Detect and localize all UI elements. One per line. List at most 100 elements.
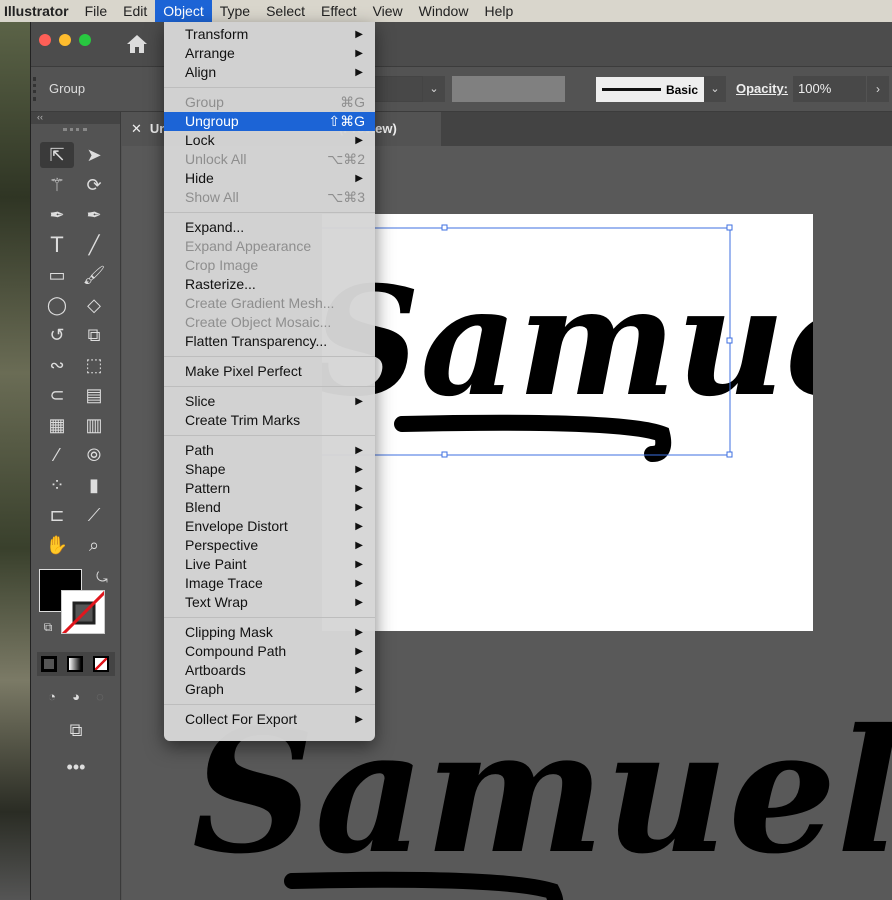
menu-bar: Illustrator File Edit Object Type Select… <box>0 0 892 22</box>
menu-item-lock[interactable]: Lock ▶ <box>164 131 375 150</box>
symbol-sprayer-tool-icon[interactable]: ⁘ <box>44 472 70 498</box>
menu-item-arrange[interactable]: Arrange ▶ <box>164 44 375 63</box>
close-window-button[interactable] <box>39 34 51 46</box>
menu-item-label: Graph <box>185 681 224 697</box>
shape-builder-tool-icon[interactable]: ⊂ <box>44 382 70 408</box>
draw-inside-icon[interactable]: ◌ <box>87 684 113 710</box>
menu-item-text-wrap[interactable]: Text Wrap ▶ <box>164 593 375 612</box>
rotate-tool-icon[interactable]: ↺ <box>44 322 70 348</box>
menu-item-align[interactable]: Align ▶ <box>164 63 375 82</box>
magic-wand-tool-icon[interactable]: ⚚ <box>44 172 70 198</box>
home-icon[interactable] <box>126 34 148 54</box>
blend-tool-icon[interactable]: ⦾ <box>81 442 107 468</box>
perspective-grid-tool-icon[interactable]: ▤ <box>81 382 107 408</box>
selected-artwork[interactable]: Samuel <box>322 214 813 631</box>
menu-item-transform[interactable]: Transform ▶ <box>164 25 375 44</box>
eraser-tool-icon[interactable]: ◇ <box>81 292 107 318</box>
lasso-tool-icon[interactable]: ⟳ <box>81 172 107 198</box>
menu-item-shape[interactable]: Shape ▶ <box>164 460 375 479</box>
chevron-down-icon[interactable]: ⌄ <box>423 76 445 102</box>
paintbrush-tool-icon[interactable]: 🖌 <box>81 262 107 288</box>
zoom-window-button[interactable] <box>79 34 91 46</box>
menu-type[interactable]: Type <box>212 0 258 22</box>
column-graph-tool-icon[interactable]: ▮ <box>81 472 107 498</box>
menu-item-perspective[interactable]: Perspective ▶ <box>164 536 375 555</box>
chevron-down-icon[interactable]: ⌄ <box>704 76 726 102</box>
menu-help[interactable]: Help <box>476 0 521 22</box>
curvature-tool-icon[interactable]: ✒ <box>81 202 107 228</box>
gradient-tool-icon[interactable]: ▥ <box>81 412 107 438</box>
menu-item-pattern[interactable]: Pattern ▶ <box>164 479 375 498</box>
type-tool-icon[interactable]: T <box>44 232 70 258</box>
menu-item-label: Transform <box>185 26 249 42</box>
menu-select[interactable]: Select <box>258 0 313 22</box>
draw-behind-icon[interactable]: ◕ <box>63 684 89 710</box>
close-tab-icon[interactable]: ✕ <box>131 121 142 136</box>
menu-object[interactable]: Object <box>155 0 212 22</box>
none-mode-icon[interactable] <box>93 656 109 672</box>
chevron-right-icon[interactable]: › <box>867 76 889 102</box>
menu-separator <box>164 617 375 618</box>
menu-file[interactable]: File <box>77 0 116 22</box>
menu-separator <box>164 87 375 88</box>
rectangle-tool-icon[interactable]: ▭ <box>44 262 70 288</box>
direct-selection-tool-icon[interactable]: ➤ <box>81 142 107 168</box>
default-colors-icon[interactable]: ⧉ <box>35 614 61 640</box>
app-menu[interactable]: Illustrator <box>0 0 77 22</box>
menu-item-expand[interactable]: Expand... <box>164 218 375 237</box>
free-transform-tool-icon[interactable]: ⬚ <box>81 352 107 378</box>
menu-item-label: Live Paint <box>185 556 247 572</box>
menu-item-create-trim-marks[interactable]: Create Trim Marks <box>164 411 375 430</box>
hand-tool-icon[interactable]: ✋ <box>44 532 70 558</box>
menu-item-expand-appearance: Expand Appearance <box>164 237 375 256</box>
draw-normal-icon[interactable]: ◔ <box>39 684 65 710</box>
menu-item-label: Make Pixel Perfect <box>185 363 302 379</box>
pen-tool-icon[interactable]: ✒ <box>44 202 70 228</box>
more-tools-icon[interactable]: ••• <box>59 754 93 780</box>
menu-item-ungroup[interactable]: Ungroup ⇧⌘G <box>164 112 375 131</box>
opacity-input[interactable]: 100% <box>793 76 866 102</box>
stroke-style-dropdown[interactable]: Basic <box>596 77 704 102</box>
artboard-tool-icon[interactable]: ⊏ <box>44 502 70 528</box>
line-tool-icon[interactable]: ╱ <box>81 232 107 258</box>
stroke-weight-field[interactable] <box>452 76 565 102</box>
artboard[interactable]: Samuel <box>322 214 813 631</box>
selection-tool-icon[interactable]: ⇱ <box>40 142 74 168</box>
eyedropper-tool-icon[interactable]: ⁄ <box>44 442 70 468</box>
menu-item-graph[interactable]: Graph ▶ <box>164 680 375 699</box>
warp-tool-icon[interactable]: ∾ <box>44 352 70 378</box>
menu-window[interactable]: Window <box>411 0 477 22</box>
scale-tool-icon[interactable]: ⧉ <box>81 322 107 348</box>
menu-item-label: Lock <box>185 132 215 148</box>
menu-item-live-paint[interactable]: Live Paint ▶ <box>164 555 375 574</box>
menu-item-rasterize[interactable]: Rasterize... <box>164 275 375 294</box>
shaper-tool-icon[interactable]: ◯ <box>44 292 70 318</box>
gradient-mode-icon[interactable] <box>67 656 83 672</box>
color-mode-icon[interactable] <box>41 656 57 672</box>
swap-colors-icon[interactable]: ⤿ <box>89 564 115 590</box>
slice-tool-icon[interactable]: ⟋ <box>81 502 107 528</box>
zoom-tool-icon[interactable]: ⌕ <box>81 532 107 558</box>
opacity-label[interactable]: Opacity: <box>736 81 788 96</box>
menu-item-artboards[interactable]: Artboards ▶ <box>164 661 375 680</box>
menu-item-path[interactable]: Path ▶ <box>164 441 375 460</box>
menu-effect[interactable]: Effect <box>313 0 365 22</box>
collapse-panel-icon[interactable]: ‹‹ <box>31 112 120 124</box>
mesh-tool-icon[interactable]: ▦ <box>44 412 70 438</box>
menu-item-compound-path[interactable]: Compound Path ▶ <box>164 642 375 661</box>
menu-item-hide[interactable]: Hide ▶ <box>164 169 375 188</box>
menu-item-collect-for-export[interactable]: Collect For Export ▶ <box>164 710 375 729</box>
menu-view[interactable]: View <box>365 0 411 22</box>
menu-edit[interactable]: Edit <box>115 0 155 22</box>
menu-item-envelope-distort[interactable]: Envelope Distort ▶ <box>164 517 375 536</box>
minimize-window-button[interactable] <box>59 34 71 46</box>
screen-mode-icon[interactable]: ⧉ <box>59 717 93 743</box>
submenu-arrow-icon: ▶ <box>355 578 363 589</box>
menu-item-blend[interactable]: Blend ▶ <box>164 498 375 517</box>
menu-item-image-trace[interactable]: Image Trace ▶ <box>164 574 375 593</box>
menu-item-make-pixel-perfect[interactable]: Make Pixel Perfect <box>164 362 375 381</box>
menu-item-clipping-mask[interactable]: Clipping Mask ▶ <box>164 623 375 642</box>
menu-item-flatten-transparency[interactable]: Flatten Transparency... <box>164 332 375 351</box>
stroke-color-swatch[interactable] <box>61 590 105 634</box>
menu-item-slice[interactable]: Slice ▶ <box>164 392 375 411</box>
